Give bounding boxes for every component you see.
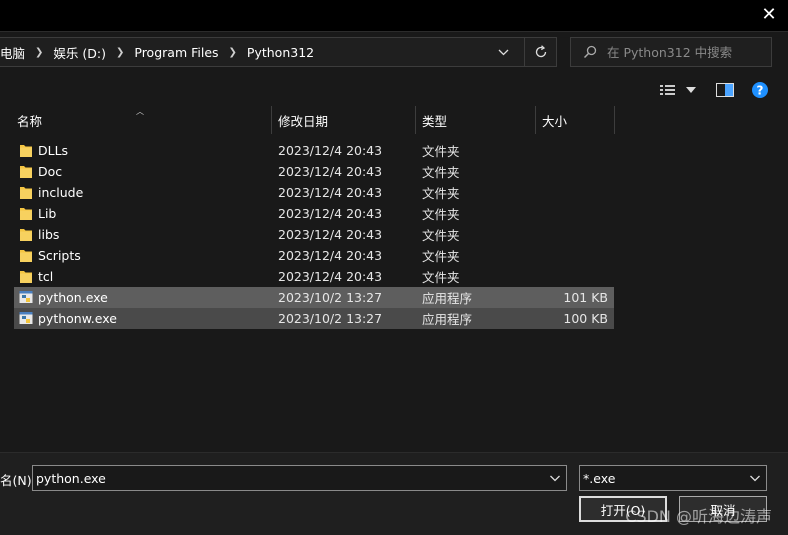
list-item[interactable]: pythonw.exe 2023/10/2 13:27 应用程序 100 KB [14,308,614,329]
folder-icon [20,166,32,178]
close-icon[interactable]: ✕ [760,6,778,24]
column-header-modified[interactable]: 修改日期 [278,106,328,134]
file-type: 文件夹 [422,144,460,159]
file-size: 100 KB [563,311,608,326]
column-header-name[interactable]: 名称 [17,106,42,134]
breadcrumb-item-program-files[interactable]: Program Files [134,45,218,60]
folder-icon [20,250,32,262]
file-name: DLLs [38,143,69,158]
list-item[interactable]: include 2023/12/4 20:43 文件夹 [14,182,614,203]
refresh-button[interactable] [524,38,556,66]
list-item[interactable]: tcl 2023/12/4 20:43 文件夹 [14,266,614,287]
file-name: libs [38,227,60,242]
filename-input[interactable]: python.exe [36,471,106,486]
search-box[interactable] [570,37,772,67]
list-item[interactable]: Scripts 2023/12/4 20:43 文件夹 [14,245,614,266]
file-modified: 2023/12/4 20:43 [278,206,383,221]
help-button[interactable]: ? [752,80,768,100]
breadcrumb-item-python312[interactable]: Python312 [247,45,314,60]
chevron-right-icon[interactable]: ❯ [116,47,124,58]
file-modified: 2023/10/2 13:27 [278,311,383,326]
file-modified: 2023/12/4 20:43 [278,269,383,284]
file-name: Lib [38,206,57,221]
file-type: 应用程序 [422,291,473,306]
column-divider[interactable] [535,106,536,134]
file-name: python.exe [38,290,108,305]
file-name: Doc [38,164,63,179]
preview-pane-icon [716,83,734,97]
chevron-right-icon[interactable]: ❯ [229,47,237,58]
folder-icon [20,229,32,241]
address-history-dropdown[interactable] [490,38,516,66]
search-icon [583,45,597,59]
list-item[interactable]: Lib 2023/12/4 20:43 文件夹 [14,203,614,224]
column-divider[interactable] [614,106,615,134]
file-name: pythonw.exe [38,311,117,326]
refresh-icon [535,45,546,58]
file-type: 文件夹 [422,186,460,201]
file-type: 文件夹 [422,270,460,285]
folder-icon [20,145,32,157]
file-type: 文件夹 [422,207,460,222]
file-list: DLLs 2023/12/4 20:43 文件夹 Doc 2023/12/4 2… [14,140,614,329]
file-name: tcl [38,269,54,284]
dialog-footer: 名(N): python.exe *.exe 打开(O) 取消 CSDN @听海… [0,452,788,535]
folder-icon [20,208,32,220]
file-modified: 2023/10/2 13:27 [278,290,383,305]
file-name: include [38,185,84,200]
folder-icon [20,187,32,199]
file-modified: 2023/12/4 20:43 [278,227,383,242]
column-header-row: ︿ 名称 修改日期 类型 大小 [0,106,620,134]
file-type: 文件夹 [422,228,460,243]
breadcrumb-item-drive[interactable]: 娱乐 (D:) [53,43,106,62]
file-name: Scripts [38,248,81,263]
search-input[interactable] [607,44,767,60]
chevron-down-icon[interactable] [749,472,761,484]
help-icon: ? [752,82,768,98]
column-divider[interactable] [415,106,416,134]
file-modified: 2023/12/4 20:43 [278,164,383,179]
list-item[interactable]: libs 2023/12/4 20:43 文件夹 [14,224,614,245]
title-bar: ✕ [0,0,788,32]
folder-icon [20,271,32,283]
file-modified: 2023/12/4 20:43 [278,248,383,263]
filename-label: 名(N): [0,473,36,488]
list-item-selected[interactable]: python.exe 2023/10/2 13:27 应用程序 101 KB [14,287,614,308]
python-icon [19,312,33,324]
watermark: CSDN @听海边涛声 [625,507,772,526]
view-options-button[interactable] [660,80,696,100]
file-modified: 2023/12/4 20:43 [278,143,383,158]
address-bar[interactable]: 电脑 ❯ 娱乐 (D:) ❯ Program Files ❯ Python312 [0,37,557,67]
preview-pane-button[interactable] [716,80,734,100]
column-divider[interactable] [271,106,272,134]
chevron-right-icon[interactable]: ❯ [35,47,43,58]
python-icon [19,291,33,303]
svg-text:?: ? [757,84,764,98]
caret-down-icon [686,87,696,93]
filetype-select[interactable]: *.exe [579,465,767,491]
file-size: 101 KB [563,290,608,305]
list-item[interactable]: DLLs 2023/12/4 20:43 文件夹 [14,140,614,161]
column-header-type[interactable]: 类型 [422,106,447,134]
sort-ascending-icon: ︿ [136,107,144,116]
toolbar: ? [0,75,788,105]
chevron-down-icon[interactable] [549,472,561,484]
list-view-icon [660,85,675,95]
file-type: 文件夹 [422,165,460,180]
column-header-size[interactable]: 大小 [542,106,567,134]
filename-combobox[interactable]: python.exe [32,465,567,491]
filetype-value: *.exe [583,470,616,486]
breadcrumb-item-computer[interactable]: 电脑 [0,43,25,62]
chevron-down-icon [498,49,508,55]
file-modified: 2023/12/4 20:43 [278,185,383,200]
file-type: 文件夹 [422,249,460,264]
file-type: 应用程序 [422,312,473,327]
list-item[interactable]: Doc 2023/12/4 20:43 文件夹 [14,161,614,182]
